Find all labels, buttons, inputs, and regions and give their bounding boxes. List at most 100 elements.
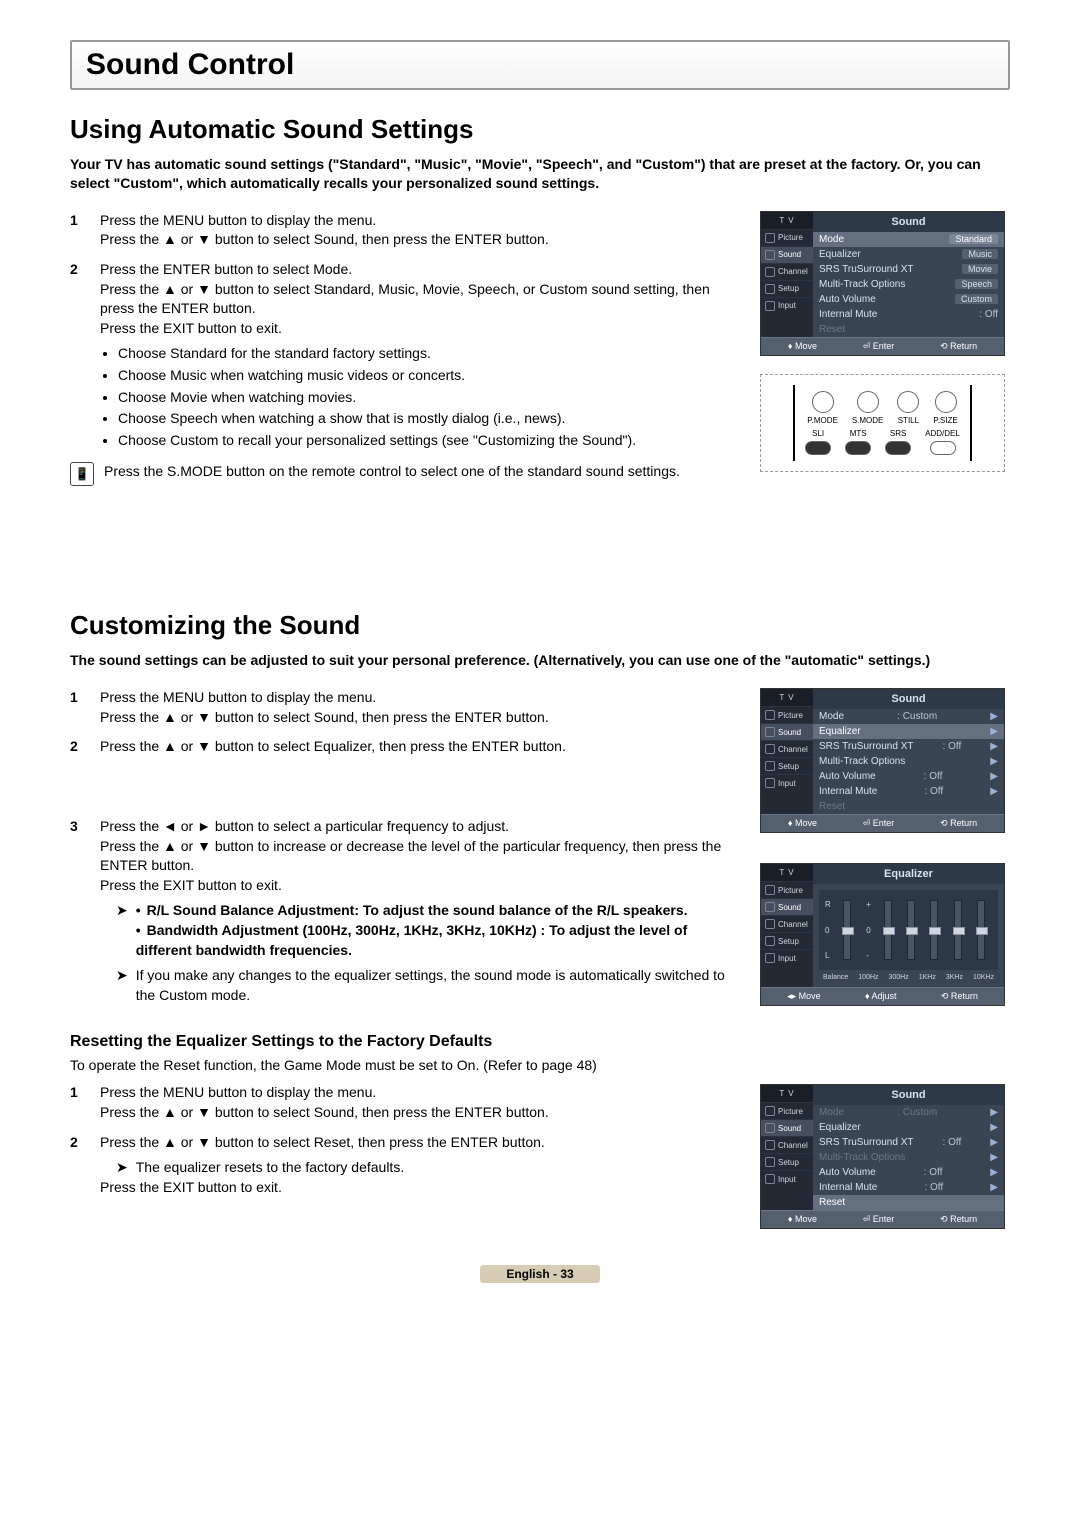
auto-intro: Your TV has automatic sound settings ("S…: [70, 155, 1010, 193]
step-number: 2: [70, 737, 86, 757]
chevron-right-icon: ▶: [990, 1122, 998, 1133]
osd-tv-label: T V: [761, 689, 813, 706]
custom-step-2: 2 Press the ▲ or ▼ button to select Equa…: [70, 737, 730, 757]
remote-btn-label: SLI: [812, 429, 824, 438]
remote-still-icon: [897, 391, 919, 413]
osd-foot-move: ♦ Move: [788, 818, 817, 829]
eq-zero-label: 0: [866, 926, 871, 935]
step-line: Press the ▲ or ▼ button to select Standa…: [100, 280, 730, 319]
section-title-bar: Sound Control: [70, 40, 1010, 90]
reset-intro: To operate the Reset function, the Game …: [70, 1057, 730, 1073]
osd-row-label: Auto Volume: [819, 1167, 876, 1178]
osd-title: Equalizer: [813, 864, 1004, 884]
mode-option: Standard: [949, 234, 998, 244]
step-line: Press the ▲ or ▼ button to select Sound,…: [100, 708, 730, 728]
chevron-right-icon: ▶: [990, 786, 998, 797]
step-line: Press the ▲ or ▼ button to select Sound,…: [100, 1103, 730, 1123]
side-item-label: Sound: [778, 903, 801, 912]
osd-row-label: Internal Mute: [819, 1182, 877, 1193]
osd-equalizer: T V Picture Sound Channel Setup Input Eq…: [760, 863, 1005, 1006]
setup-icon: [765, 761, 775, 771]
osd-row-label: Reset: [819, 324, 845, 335]
osd-row-label: Equalizer: [819, 249, 861, 260]
step-line: Press the ▲ or ▼ button to select Sound,…: [100, 230, 730, 250]
osd-row-label: Multi-Track Options: [819, 279, 905, 290]
mode-option: Custom: [955, 294, 998, 304]
remote-pmode-icon: [812, 391, 834, 413]
step-number: 2: [70, 1133, 86, 1198]
arrow-icon: ➤: [116, 966, 128, 1005]
bullet: Choose Music when watching music videos …: [118, 366, 730, 386]
step-line: Press the EXIT button to exit.: [100, 876, 730, 896]
remote-btn-label: ADD/DEL: [925, 429, 960, 438]
eq-band-label: 300Hz: [889, 974, 909, 981]
step-number: 1: [70, 1083, 86, 1122]
side-item-label: Input: [778, 301, 796, 310]
step-number: 3: [70, 817, 86, 1005]
remote-psize-icon: [935, 391, 957, 413]
arrow-icon: ➤: [116, 901, 128, 960]
chevron-right-icon: ▶: [990, 1182, 998, 1193]
arrow-note-text: R/L Sound Balance Adjustment: To adjust …: [147, 902, 688, 918]
side-item-label: Setup: [778, 1158, 799, 1167]
osd-sound-menu-mode: T V Picture Sound Channel Setup Input So…: [760, 211, 1005, 356]
picture-icon: [765, 1106, 775, 1116]
custom-heading: Customizing the Sound: [70, 610, 1010, 641]
sound-icon: [765, 250, 775, 260]
osd-row-label: Mode: [819, 1107, 844, 1118]
osd-sound-menu-reset: T V Picture Sound Channel Setup Input So…: [760, 1084, 1005, 1229]
remote-btn-label: S.MODE: [852, 416, 884, 425]
custom-step-3: 3 Press the ◄ or ► button to select a pa…: [70, 817, 730, 1005]
auto-step-2: 2 Press the ENTER button to select Mode.…: [70, 260, 730, 452]
eq-band-label: 10KHz: [973, 974, 994, 981]
osd-foot-return: ⟲ Return: [941, 991, 978, 1002]
input-icon: [765, 301, 775, 311]
arrow-note-text: Bandwidth Adjustment (100Hz, 300Hz, 1KHz…: [136, 922, 688, 958]
side-item-label: Picture: [778, 886, 803, 895]
osd-title: Sound: [813, 1085, 1004, 1105]
step-line: Press the MENU button to display the men…: [100, 1083, 730, 1103]
osd-row-label: Internal Mute: [819, 309, 877, 320]
osd-row-value: : Off: [943, 741, 962, 752]
remote-oval-icon: [885, 441, 911, 455]
step-line: Press the ▲ or ▼ button to increase or d…: [100, 837, 730, 876]
side-item-label: Picture: [778, 711, 803, 720]
chevron-right-icon: ▶: [990, 1152, 998, 1163]
eq-plus-label: +: [866, 900, 871, 909]
page-number: English - 33: [480, 1265, 599, 1283]
mode-option: Speech: [955, 279, 998, 289]
osd-row-label: SRS TruSurround XT: [819, 1137, 913, 1148]
remote-btn-label: P.MODE: [807, 416, 838, 425]
input-icon: [765, 778, 775, 788]
side-item-label: Sound: [778, 728, 801, 737]
step-line: Press the ENTER button to select Mode.: [100, 260, 730, 280]
channel-icon: [765, 267, 775, 277]
side-item-label: Input: [778, 954, 796, 963]
remote-oval-icon: [805, 441, 831, 455]
chevron-right-icon: ▶: [990, 1137, 998, 1148]
bullet: Choose Standard for the standard factory…: [118, 344, 730, 364]
mode-option: Music: [962, 249, 998, 259]
osd-tv-label: T V: [761, 864, 813, 881]
chevron-right-icon: ▶: [990, 1167, 998, 1178]
side-item-label: Sound: [778, 1124, 801, 1133]
remote-oval-icon: [845, 441, 871, 455]
section-title: Sound Control: [86, 48, 994, 82]
setup-icon: [765, 936, 775, 946]
reset-step-2: 2 Press the ▲ or ▼ button to select Rese…: [70, 1133, 730, 1198]
chevron-right-icon: ▶: [990, 741, 998, 752]
osd-row-value: : Off: [979, 309, 998, 320]
osd-foot-enter: ⏎ Enter: [863, 341, 895, 352]
side-item-label: Input: [778, 1175, 796, 1184]
remote-btn-label: SRS: [890, 429, 906, 438]
remote-diagram: P.MODE S.MODE STILL P.SIZE SLI MTS SRS A…: [760, 374, 1005, 472]
step-line: Press the EXIT button to exit.: [100, 1178, 730, 1198]
osd-row-value: : Custom: [897, 711, 937, 722]
channel-icon: [765, 1140, 775, 1150]
custom-intro: The sound settings can be adjusted to su…: [70, 651, 1010, 670]
step-line: Press the EXIT button to exit.: [100, 319, 730, 339]
osd-foot-return: ⟲ Return: [940, 1214, 977, 1225]
reset-arrow-note: The equalizer resets to the factory defa…: [136, 1158, 404, 1178]
osd-foot-adjust: ♦ Adjust: [865, 991, 897, 1002]
osd-sound-menu-equalizer: T V Picture Sound Channel Setup Input So…: [760, 688, 1005, 833]
